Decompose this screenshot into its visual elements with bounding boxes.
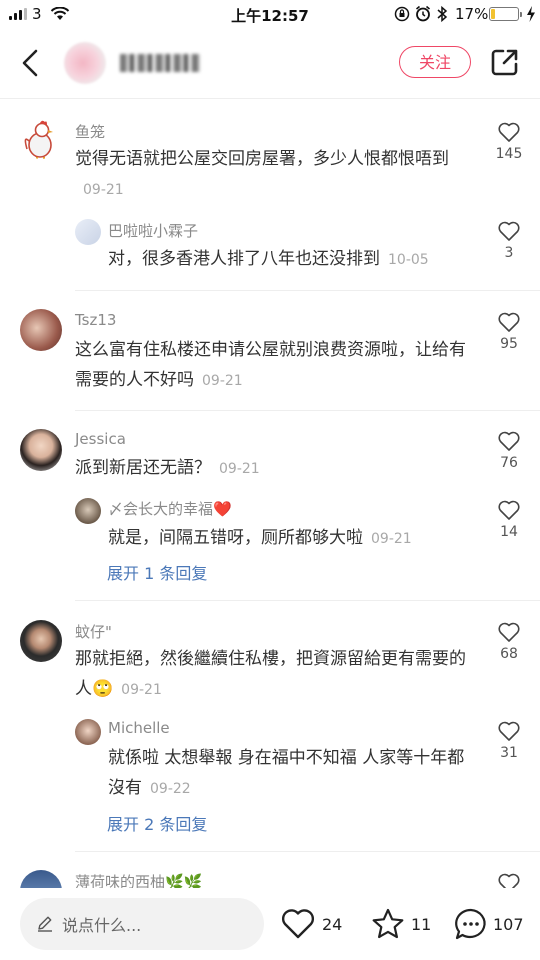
commenter-name[interactable]: 鱼笼 [75, 121, 105, 142]
reply-name[interactable]: 巴啦啦小霖子 [108, 220, 198, 241]
bottom-action-bar: 说点什么... 24 11 107 [0, 888, 540, 960]
pencil-icon [38, 916, 52, 932]
like-count: 145 [495, 146, 523, 162]
comment-input-placeholder: 说点什么... [62, 916, 142, 935]
heart-icon [498, 622, 520, 642]
comment-date: 09-21 [121, 682, 162, 698]
reply-like-button[interactable]: 3 [489, 220, 529, 261]
author-avatar[interactable] [64, 42, 106, 84]
heart-icon [498, 312, 520, 332]
comment-input[interactable]: 说点什么... [20, 898, 264, 950]
comment-date: 09-21 [219, 461, 260, 477]
comment-like-button[interactable]: 95 [489, 311, 529, 352]
share-icon[interactable] [489, 46, 521, 78]
reply-text[interactable]: 就是，间隔五错呀，厕所都够大啦 09-21 [108, 523, 478, 554]
commenter-avatar[interactable] [20, 117, 62, 159]
divider [75, 290, 540, 291]
post-like-count: 24 [322, 915, 343, 934]
commenter-name[interactable]: Tsz13 [75, 311, 116, 329]
back-arrow-icon[interactable] [18, 48, 44, 78]
like-count: 14 [500, 524, 518, 540]
reply-name[interactable]: 〆会长大的幸福❤️ [108, 498, 232, 519]
commenter-name[interactable]: 蚊仔" [75, 621, 112, 642]
status-bar: 3 上午12:57 17% [0, 0, 540, 28]
heart-icon [498, 431, 520, 451]
comment-text[interactable]: 那就拒絕，然後繼續住私樓，把資源留給更有需要的人🙄 09-21 [75, 644, 475, 705]
reply-avatar[interactable] [75, 719, 101, 745]
commenter-avatar[interactable] [20, 429, 62, 471]
reply-text[interactable]: 对，很多香港人排了八年也还没排到 10-05 [108, 244, 478, 275]
comment-like-button[interactable]: 76 [489, 430, 529, 471]
alarm-icon [415, 5, 431, 22]
commenter-avatar[interactable] [20, 620, 62, 662]
author-name-blurred[interactable] [120, 54, 200, 72]
commenter-name[interactable]: Jessica [75, 430, 126, 448]
divider [75, 851, 540, 852]
like-count: 76 [500, 455, 518, 471]
expand-replies-link[interactable]: 展开 2 条回复 [107, 811, 207, 835]
comment-text[interactable]: 觉得无语就把公屋交回房屋署，多少人恨都恨唔到09-21 [75, 144, 475, 205]
heart-icon [498, 122, 520, 142]
divider [75, 410, 540, 411]
like-count: 3 [504, 245, 514, 261]
heart-icon [498, 221, 520, 241]
charging-icon [527, 6, 535, 22]
heart-icon [498, 500, 520, 520]
reply-name[interactable]: Michelle [108, 719, 170, 737]
comment-text[interactable]: 这么富有住私楼还申请公屋就别浪费资源啦，让给有需要的人不好吗 09-21 [75, 335, 475, 396]
commenter-avatar[interactable] [20, 309, 62, 351]
reply-avatar[interactable] [75, 219, 101, 245]
reply-date: 09-22 [150, 781, 191, 797]
expand-replies-link[interactable]: 展开 1 条回复 [107, 560, 207, 584]
like-count: 31 [500, 745, 518, 761]
battery-cap [520, 12, 522, 17]
comment-text[interactable]: 派到新居还无語？ 09-21 [75, 453, 475, 484]
reply-like-button[interactable]: 31 [489, 720, 529, 761]
heart-icon [498, 721, 520, 741]
rotation-lock-icon [394, 6, 410, 22]
comment-bubble-icon[interactable] [453, 907, 489, 941]
reply-date: 09-21 [371, 531, 412, 547]
battery-icon [489, 7, 519, 21]
bluetooth-icon [437, 5, 448, 23]
reply-text[interactable]: 就係啦 太想舉報 身在福中不知福 人家等十年都沒有 09-22 [108, 743, 478, 804]
comment-like-button[interactable]: 68 [489, 621, 529, 662]
comment-like-button[interactable]: 145 [489, 121, 529, 162]
comment-date: 09-21 [202, 373, 243, 389]
comment-date: 09-21 [83, 182, 124, 198]
page-header: 关注 [0, 28, 540, 99]
follow-button[interactable]: 关注 [399, 46, 471, 78]
divider [75, 600, 540, 601]
reply-date: 10-05 [388, 252, 429, 268]
post-star-count: 11 [411, 915, 432, 934]
like-heart-icon[interactable] [280, 908, 316, 940]
like-count: 95 [500, 336, 518, 352]
like-count: 68 [500, 646, 518, 662]
reply-avatar[interactable] [75, 498, 101, 524]
post-comment-count: 107 [493, 915, 524, 934]
battery-percentage: 17% [455, 5, 489, 23]
star-icon[interactable] [370, 907, 406, 941]
reply-like-button[interactable]: 14 [489, 499, 529, 540]
rooster-avatar-icon [24, 120, 53, 159]
